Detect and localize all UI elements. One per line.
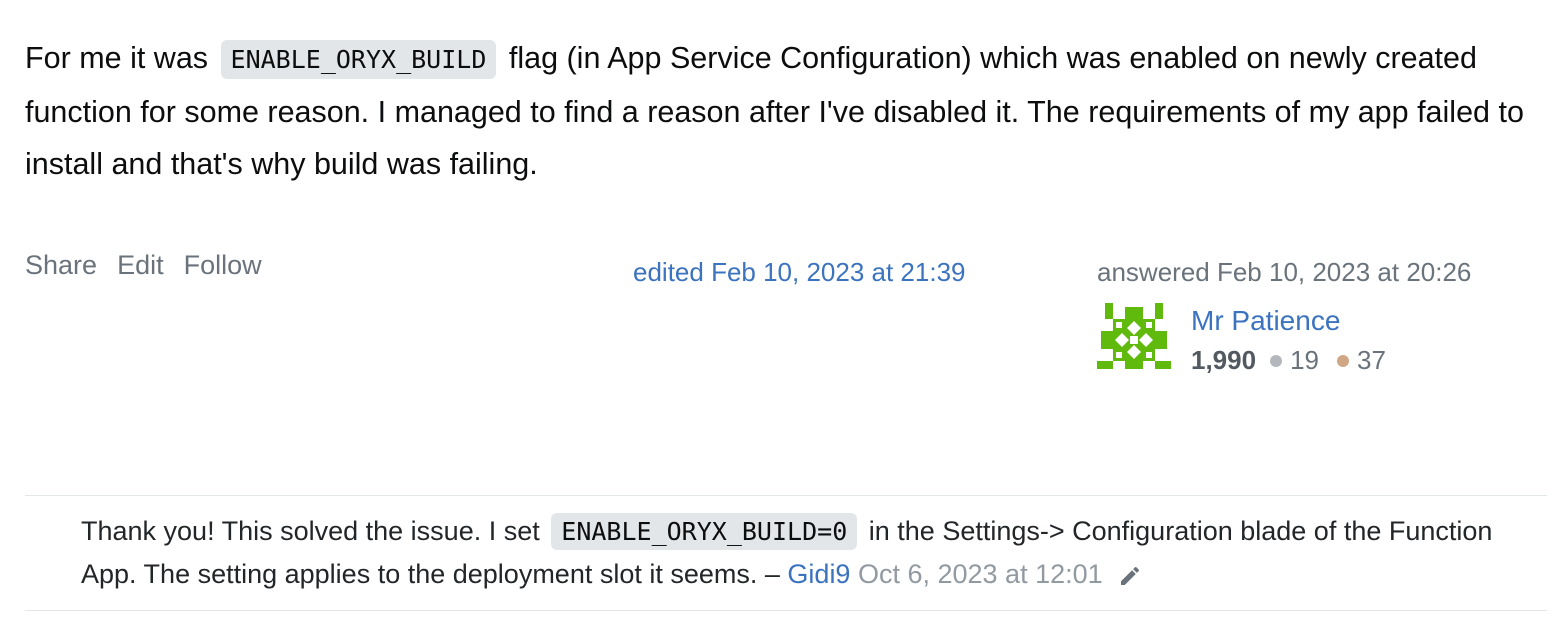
bronze-badge-count: 37 (1357, 345, 1386, 375)
user-stats: 1,990 19 37 (1191, 345, 1404, 376)
answer-body: For me it was ENABLE_ORYX_BUILD flag (in… (25, 32, 1550, 190)
comment-user-link[interactable]: Gidi9 (787, 559, 850, 589)
reputation-score: 1,990 (1191, 345, 1257, 375)
answer-text-start: For me it was (25, 41, 209, 75)
silver-badge-icon (1270, 354, 1283, 367)
comment-inline-code: ENABLE_ORYX_BUILD=0 (551, 513, 858, 550)
edit-link[interactable]: Edit (117, 250, 164, 281)
silver-badge-count: 19 (1290, 345, 1319, 375)
comment: Thank you! This solved the issue. I set … (81, 510, 1521, 595)
user-name-link[interactable]: Mr Patience (1191, 305, 1340, 337)
follow-link[interactable]: Follow (184, 250, 262, 281)
comment-date[interactable]: Oct 6, 2023 at 12:01 (858, 559, 1103, 589)
share-link[interactable]: Share (25, 250, 97, 281)
inline-code: ENABLE_ORYX_BUILD (220, 40, 497, 79)
answered-timestamp: answered Feb 10, 2023 at 20:26 (1097, 257, 1472, 287)
edited-link[interactable]: edited Feb 10, 2023 at 21:39 (633, 257, 966, 288)
bronze-badge-icon (1337, 354, 1349, 367)
comment-text-start: Thank you! This solved the issue. I set (81, 516, 540, 546)
comments-top-divider (25, 495, 1547, 496)
pencil-icon[interactable] (1118, 564, 1142, 588)
comments-bottom-divider (25, 610, 1547, 611)
avatar[interactable] (1097, 303, 1171, 369)
post-menu: Share Edit Follow (25, 250, 262, 281)
